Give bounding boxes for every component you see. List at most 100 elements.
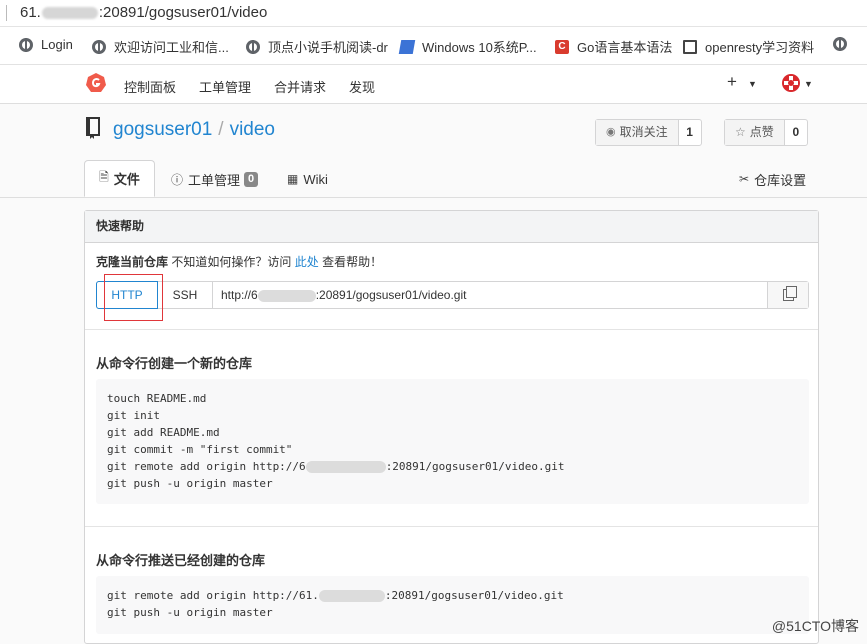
section-divider	[85, 329, 818, 330]
bookmark-label: 欢迎访问工业和信...	[114, 40, 229, 55]
code-remote-suffix: :20891/gogsuser01/video.git	[385, 460, 565, 473]
address-url[interactable]: 61. :20891/gogsuser01/video	[20, 4, 267, 21]
bookmark-label: 顶点小说手机阅读-dr	[268, 40, 388, 55]
star-label: 点赞	[749, 125, 774, 139]
bookmark-miit[interactable]: 欢迎访问工业和信...	[92, 37, 229, 56]
code-remote-prefix: git remote add origin http://61.	[107, 589, 319, 602]
tab-settings-label: 仓库设置	[754, 172, 807, 188]
bookmark-overflow[interactable]	[833, 37, 855, 51]
star-button[interactable]: ☆ 点赞	[725, 120, 785, 145]
clone-url-prefix: http://6	[221, 288, 258, 302]
bookmark-label: openresty学习资料	[705, 40, 815, 55]
bookmark-label: Login	[41, 37, 73, 52]
bookmark-go[interactable]: C Go语言基本语法	[555, 37, 672, 56]
wiki-icon: ▦	[287, 172, 299, 186]
tab-issues-label: 工单管理	[188, 172, 241, 188]
globe-icon	[92, 39, 106, 54]
code-line: git commit -m "first commit"	[107, 443, 293, 456]
bookmark-label: Go语言基本语法	[577, 40, 673, 55]
bookmark-windows[interactable]: Windows 10系统P...	[398, 37, 537, 56]
star-count[interactable]: 0	[785, 120, 807, 145]
panel-title: 快速帮助	[85, 211, 818, 243]
gogs-logo-icon[interactable]	[85, 72, 107, 94]
chevron-down-icon[interactable]: ▼	[748, 79, 757, 89]
new-repo-title: 从命令行创建一个新的仓库	[96, 356, 253, 371]
nav-issues[interactable]: 工单管理	[199, 77, 251, 96]
section-divider	[85, 526, 818, 527]
repo-name-link[interactable]: video	[230, 119, 275, 140]
bookmark-novel[interactable]: 顶点小说手机阅读-dr	[246, 37, 388, 56]
redacted-ip	[257, 289, 316, 302]
star-button-group: ☆ 点赞 0	[724, 119, 808, 146]
clone-url-suffix: :20891/gogsuser01/video.git	[315, 288, 467, 302]
tab-settings[interactable]: ✂ 仓库设置	[739, 161, 806, 197]
redacted-ip	[318, 590, 385, 602]
code-line: git add README.md	[107, 426, 220, 439]
code-line: git init	[107, 409, 160, 422]
tab-files-label: 文件	[113, 172, 140, 187]
copy-url-button[interactable]	[767, 282, 808, 308]
top-nav: 控制面板 工单管理 合并请求 发现 + ▼ ▼	[0, 65, 867, 104]
tab-files[interactable]: 🗎 文件	[84, 160, 155, 197]
repo-owner-link[interactable]: gogsuser01	[113, 119, 212, 140]
clone-url-input[interactable]: http://6 :20891/gogsuser01/video.git	[213, 282, 767, 308]
code-line: git push -u origin master	[107, 606, 273, 619]
watermark: @51CTO博客	[771, 618, 859, 634]
code-remote-suffix: :20891/gogsuser01/video.git	[384, 589, 564, 602]
nav-pulls[interactable]: 合并请求	[274, 77, 326, 96]
tab-issues[interactable]: ⓘ 工单管理 0	[171, 161, 259, 197]
code-line: touch README.md	[107, 392, 207, 405]
globe-icon	[246, 39, 260, 54]
nav-explore[interactable]: 发现	[349, 77, 375, 96]
bookmark-label: Windows 10系统P...	[422, 40, 537, 55]
create-plus-button[interactable]: +	[727, 72, 737, 92]
ssh-button[interactable]: SSH	[158, 282, 213, 308]
push-repo-title: 从命令行推送已经创建的仓库	[96, 553, 266, 568]
help-link[interactable]: 此处	[295, 255, 319, 269]
globe-icon	[833, 37, 847, 51]
bookmarks-bar: Login 欢迎访问工业和信... 顶点小说手机阅读-dr Windows 10…	[0, 27, 867, 65]
unwatch-button[interactable]: ◉ 取消关注	[596, 120, 679, 145]
blue-doc-icon	[398, 39, 416, 54]
book-icon	[683, 39, 697, 54]
repo-separator: /	[218, 119, 224, 140]
repo-book-icon	[86, 117, 100, 139]
bookmark-openresty[interactable]: openresty学习资料	[683, 37, 814, 56]
globe-icon	[19, 37, 33, 52]
chevron-down-icon[interactable]: ▼	[804, 79, 813, 89]
wrench-icon: ✂	[739, 172, 750, 186]
code-line: git remote add origin http://6 :20891/gog…	[107, 458, 798, 475]
http-button[interactable]: HTTP	[96, 281, 158, 309]
bookmark-login[interactable]: Login	[19, 37, 73, 52]
tab-wiki-label: Wiki	[303, 171, 328, 187]
code-remote-prefix: git remote add origin http://6	[107, 460, 306, 473]
red-c-icon: C	[555, 39, 569, 54]
clone-instructions: 克隆当前仓库 不知道如何操作？访问 此处 查看帮助！	[96, 253, 382, 270]
watch-count[interactable]: 1	[679, 120, 701, 145]
nav-dashboard[interactable]: 控制面板	[124, 77, 176, 96]
copy-icon	[782, 286, 797, 301]
clone-url-bar: HTTP SSH http://6 :20891/gogsuser01/video…	[96, 281, 809, 309]
quick-help-panel: 快速帮助 克隆当前仓库 不知道如何操作？访问 此处 查看帮助！ HTTP SSH…	[84, 210, 819, 644]
code-line: git remote add origin http://61. :20891/g…	[107, 587, 798, 604]
info-circle-icon: ⓘ	[171, 172, 184, 187]
clone-title: 克隆当前仓库	[96, 255, 169, 269]
star-icon: ☆	[735, 125, 746, 139]
unwatch-label: 取消关注	[619, 125, 668, 139]
eye-icon: ◉	[606, 126, 616, 138]
user-avatar-icon[interactable]	[781, 73, 801, 93]
file-icon: 🗎	[99, 170, 109, 184]
tab-wiki[interactable]: ▦ Wiki	[287, 161, 328, 197]
issues-count-badge: 0	[244, 171, 259, 187]
clone-after: 查看帮助！	[322, 255, 383, 269]
clone-desc: 不知道如何操作？访问	[171, 255, 292, 269]
watch-button-group: ◉ 取消关注 1	[595, 119, 702, 146]
push-repo-code: git remote add origin http://61. :20891/g…	[96, 576, 809, 634]
redacted-ip	[305, 461, 386, 473]
url-suffix: :20891/gogsuser01/video	[98, 4, 268, 21]
redacted-ip	[41, 7, 98, 20]
code-line: git push -u origin master	[107, 477, 273, 490]
address-divider	[6, 5, 7, 21]
url-prefix: 61.	[20, 4, 41, 21]
address-bar[interactable]: 61. :20891/gogsuser01/video	[0, 0, 867, 27]
